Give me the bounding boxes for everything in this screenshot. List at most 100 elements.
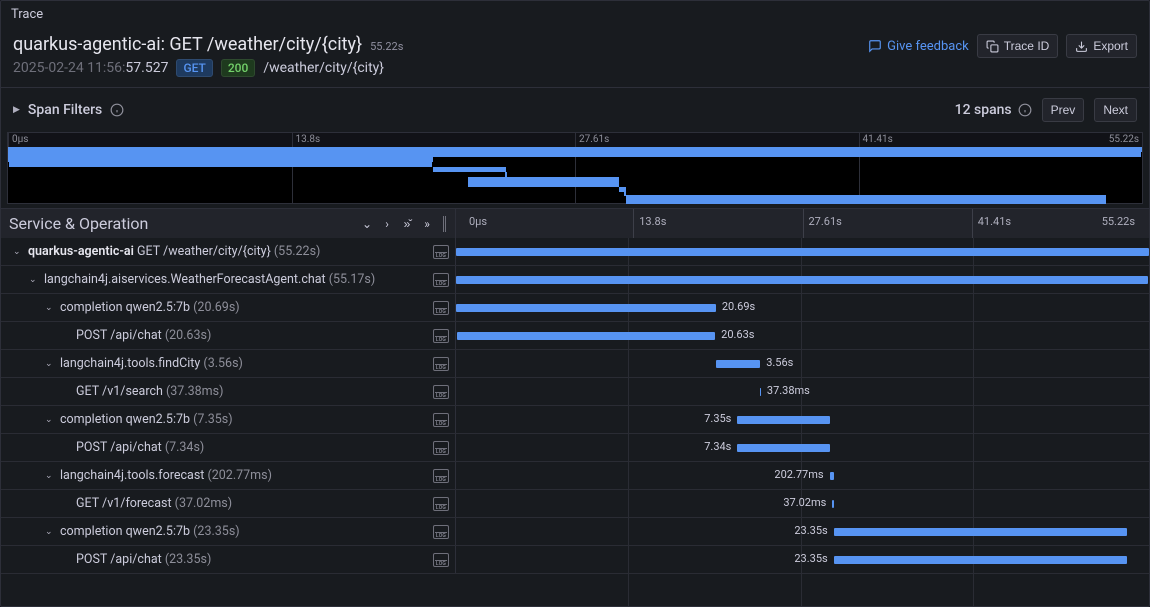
info-icon	[1018, 103, 1032, 117]
span-label[interactable]: POST /api/chat (23.35s)	[1, 546, 456, 573]
span-bar-duration: 7.34s	[704, 440, 731, 453]
span-row[interactable]: GET /v1/search (37.38ms)37.38ms	[1, 378, 1149, 406]
span-bar-duration: 20.63s	[721, 328, 754, 341]
span-bar-duration: 20.69s	[722, 300, 755, 313]
trace-duration: 55.22s	[370, 40, 403, 53]
span-bar-duration: 3.56s	[766, 356, 793, 369]
span-bar[interactable]	[737, 416, 829, 424]
timeline-tick: 41.41s	[972, 209, 1011, 238]
span-label[interactable]: ⌄completion qwen2.5:7b (7.35s)	[1, 406, 456, 433]
span-filters-toggle[interactable]: ▶ Span Filters	[13, 102, 124, 118]
chevron-down-icon: ⌄	[45, 471, 55, 481]
trace-timestamp: 2025-02-24 11:56:57.527	[13, 60, 168, 76]
span-row[interactable]: ⌄completion qwen2.5:7b (7.35s)7.35s	[1, 406, 1149, 434]
chat-icon	[868, 39, 882, 53]
next-button[interactable]: Next	[1094, 98, 1137, 122]
log-icon[interactable]	[433, 413, 449, 427]
log-icon[interactable]	[433, 329, 449, 343]
log-icon[interactable]	[433, 525, 449, 539]
span-bar[interactable]	[834, 528, 1127, 536]
span-bar[interactable]	[832, 500, 833, 508]
span-label[interactable]: GET /v1/search (37.38ms)	[1, 378, 456, 405]
span-row[interactable]: ⌄quarkus-agentic-ai GET /weather/city/{c…	[1, 238, 1149, 266]
trace-id-button[interactable]: Trace ID	[977, 34, 1059, 58]
span-track: 23.35s	[456, 546, 1149, 573]
span-row[interactable]: GET /v1/forecast (37.02ms)37.02ms	[1, 490, 1149, 518]
span-bar[interactable]	[716, 360, 760, 368]
span-row[interactable]: ⌄completion qwen2.5:7b (20.69s) 20.69s	[1, 294, 1149, 322]
span-row[interactable]: POST /api/chat (20.63s) 20.63s	[1, 322, 1149, 350]
span-track: 23.35s	[456, 518, 1149, 545]
span-bar[interactable]	[456, 248, 1149, 256]
give-feedback-link[interactable]: Give feedback	[868, 39, 969, 54]
span-label[interactable]: POST /api/chat (7.34s)	[1, 434, 456, 461]
span-bar[interactable]	[760, 388, 761, 396]
minimap-tick: 41.41s	[859, 133, 893, 147]
span-bar[interactable]	[830, 472, 834, 480]
expand-icon[interactable]: ›	[378, 217, 396, 231]
span-row[interactable]: POST /api/chat (7.34s) 7.34s	[1, 434, 1149, 462]
span-label[interactable]: ⌄langchain4j.tools.forecast (202.77ms)	[1, 462, 456, 489]
span-row[interactable]: POST /api/chat (23.35s) 23.35s	[1, 546, 1149, 574]
expand-all-icon[interactable]: »	[418, 217, 436, 231]
minimap[interactable]: 0μs 13.8s 27.61s 41.41s 55.22s	[7, 132, 1143, 204]
timeline-tick: 0μs	[464, 209, 487, 238]
minimap-tick: 55.22s	[1106, 133, 1139, 147]
log-icon[interactable]	[433, 385, 449, 399]
service-operation-column: Service & Operation ⌄ › »̌ »	[1, 209, 456, 238]
span-row[interactable]: ⌄ langchain4j.aiservices.WeatherForecastA…	[1, 266, 1149, 294]
span-name: POST /api/chat (20.63s)	[76, 328, 211, 343]
http-method-badge: GET	[176, 59, 212, 77]
resize-handle[interactable]	[442, 216, 447, 232]
log-icon[interactable]	[433, 357, 449, 371]
span-bar[interactable]	[834, 556, 1127, 564]
span-row[interactable]: ⌄completion qwen2.5:7b (23.35s)23.35s	[1, 518, 1149, 546]
collapse-icon[interactable]: ⌄	[358, 217, 376, 231]
log-icon[interactable]	[433, 273, 449, 287]
copy-icon	[986, 40, 999, 53]
trace-columns: Service & Operation ⌄ › »̌ » 0μs 13.8s 2…	[1, 208, 1149, 238]
span-track: 7.35s	[456, 406, 1149, 433]
span-label[interactable]: GET /v1/forecast (37.02ms)	[1, 490, 456, 517]
minimap-body[interactable]	[8, 147, 1142, 203]
log-icon[interactable]	[433, 441, 449, 455]
span-track	[456, 238, 1149, 265]
export-button[interactable]: Export	[1066, 34, 1137, 58]
span-label[interactable]: ⌄ langchain4j.aiservices.WeatherForecastA…	[1, 266, 456, 293]
panel-title: Trace	[1, 1, 1149, 28]
span-label[interactable]: POST /api/chat (20.63s)	[1, 322, 456, 349]
span-track: 202.77ms	[456, 462, 1149, 489]
span-track: 3.56s	[456, 350, 1149, 377]
span-name: langchain4j.tools.findCity (3.56s)	[60, 356, 243, 371]
http-status-badge: 200	[221, 59, 255, 77]
log-icon[interactable]	[433, 301, 449, 315]
span-row[interactable]: ⌄langchain4j.tools.findCity (3.56s) 3.56s	[1, 350, 1149, 378]
span-name: completion qwen2.5:7b (7.35s)	[60, 412, 233, 427]
span-name: langchain4j.aiservices.WeatherForecastAg…	[44, 272, 375, 287]
span-label[interactable]: ⌄quarkus-agentic-ai GET /weather/city/{c…	[1, 238, 456, 265]
span-bar[interactable]	[456, 276, 1148, 284]
log-icon[interactable]	[433, 497, 449, 511]
timeline-tick: 13.8s	[633, 209, 666, 238]
chevron-down-icon: ⌄	[29, 275, 39, 285]
service-operation-title: Service & Operation	[9, 214, 148, 233]
log-icon[interactable]	[433, 245, 449, 259]
span-label[interactable]: ⌄completion qwen2.5:7b (20.69s)	[1, 294, 456, 321]
span-label[interactable]: ⌄completion qwen2.5:7b (23.35s)	[1, 518, 456, 545]
prev-button[interactable]: Prev	[1042, 98, 1085, 122]
span-row[interactable]: ⌄langchain4j.tools.forecast (202.77ms)20…	[1, 462, 1149, 490]
span-track: 7.34s	[456, 434, 1149, 461]
span-label[interactable]: ⌄langchain4j.tools.findCity (3.56s)	[1, 350, 456, 377]
trace-header: quarkus-agentic-ai: GET /weather/city/{c…	[1, 28, 1149, 88]
log-icon[interactable]	[433, 553, 449, 567]
span-bar[interactable]	[737, 444, 829, 452]
log-icon[interactable]	[433, 469, 449, 483]
collapse-all-icon[interactable]: »̌	[398, 217, 416, 231]
span-name: POST /api/chat (23.35s)	[76, 552, 211, 567]
http-route: /weather/city/{city}	[263, 60, 384, 76]
span-bar[interactable]	[457, 332, 715, 340]
span-bar[interactable]	[456, 304, 716, 312]
trace-title: quarkus-agentic-ai: GET /weather/city/{c…	[13, 34, 362, 55]
span-name: GET /v1/forecast (37.02ms)	[76, 496, 232, 511]
span-name: POST /api/chat (7.34s)	[76, 440, 204, 455]
